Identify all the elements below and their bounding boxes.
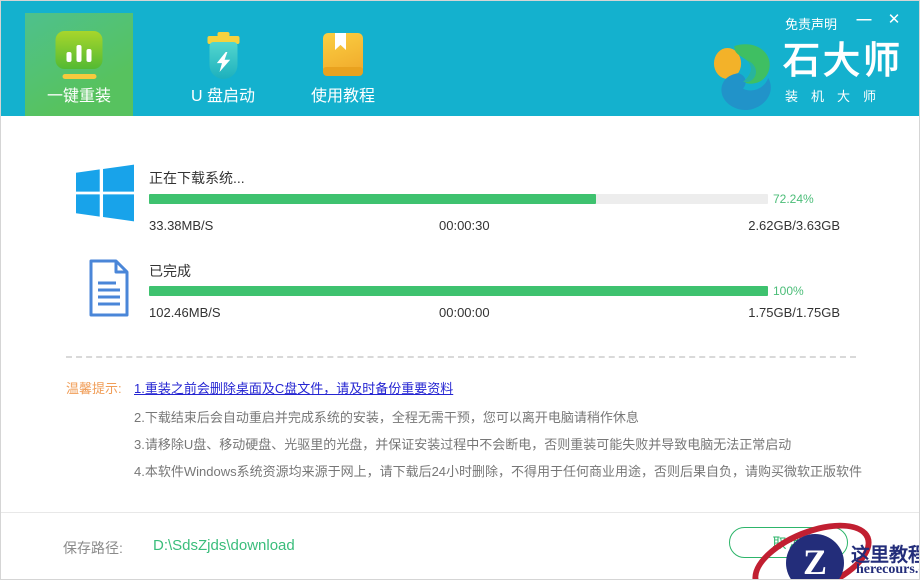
progress-percent: 72.24%: [773, 192, 814, 206]
tab-usb-boot[interactable]: U 盘启动: [169, 13, 277, 116]
save-path-label: 保存路径:: [63, 538, 123, 558]
brand-subtitle: 装机大师: [783, 86, 903, 105]
footer-divider: [1, 512, 919, 513]
brand-title: 石大师: [783, 41, 903, 81]
tip-item-4: 4.本软件Windows系统资源均来源于网上，请下载后24小时删除，不得用于任何…: [134, 461, 862, 480]
brand-logo: 石大师 装机大师: [713, 41, 903, 116]
tip-item-3: 3.请移除U盘、移动硬盘、光驱里的光盘，并保证安装过程中不会断电，否则重装可能失…: [134, 434, 791, 453]
download-speed: 102.46MB/S: [149, 305, 221, 320]
usb-boot-icon: [200, 31, 247, 78]
dashed-divider: [66, 356, 856, 358]
time-remaining: 00:00:30: [439, 218, 490, 233]
disclaimer-link[interactable]: 免责声明: [785, 14, 837, 33]
close-button[interactable]: ✕: [883, 9, 905, 31]
tab-tutorial[interactable]: 使用教程: [289, 13, 397, 116]
brand-logo-icon: [713, 43, 775, 116]
tab-label: 使用教程: [289, 82, 397, 106]
download-speed: 33.38MB/S: [149, 218, 213, 233]
size-progress: 2.62GB/3.63GB: [748, 218, 840, 233]
save-path-value[interactable]: D:\SdsZjds\download: [153, 537, 295, 554]
cancel-button[interactable]: 取消: [729, 527, 848, 558]
reinstall-chart-icon: [56, 31, 103, 79]
minimize-button[interactable]: —: [853, 9, 875, 31]
header-bar: 一键重装 U 盘启动 使用教程 免责声明 — ✕: [1, 1, 919, 116]
watermark-site-name: 这里教程网: [851, 540, 920, 567]
watermark-site-url: herecours.com: [856, 562, 920, 578]
download-progress-bar: [149, 194, 768, 204]
windows-logo-icon: [76, 164, 134, 222]
task-title: 已完成: [149, 261, 191, 281]
tip-item-1: 1.重装之前会删除桌面及C盘文件，请及时备份重要资料: [134, 378, 453, 397]
tab-label: 一键重装: [25, 82, 133, 106]
size-progress: 1.75GB/1.75GB: [748, 305, 840, 320]
time-remaining: 00:00:00: [439, 305, 490, 320]
progress-fill: [149, 286, 768, 296]
tips-label: 温馨提示:: [66, 378, 122, 397]
tab-label: U 盘启动: [169, 82, 277, 106]
app-window: 一键重装 U 盘启动 使用教程 免责声明 — ✕: [0, 0, 920, 580]
task-title: 正在下载系统...: [149, 168, 245, 188]
progress-percent: 100%: [773, 284, 804, 298]
progress-fill: [149, 194, 596, 204]
tab-one-key-reinstall[interactable]: 一键重装: [25, 13, 133, 116]
tip-item-2: 2.下载结束后会自动重启并完成系统的安装，全程无需干预，您可以离开电脑请稍作休息: [134, 407, 639, 426]
document-icon: [85, 257, 133, 319]
completed-progress-bar: [149, 286, 768, 296]
tutorial-book-icon: [321, 31, 365, 78]
